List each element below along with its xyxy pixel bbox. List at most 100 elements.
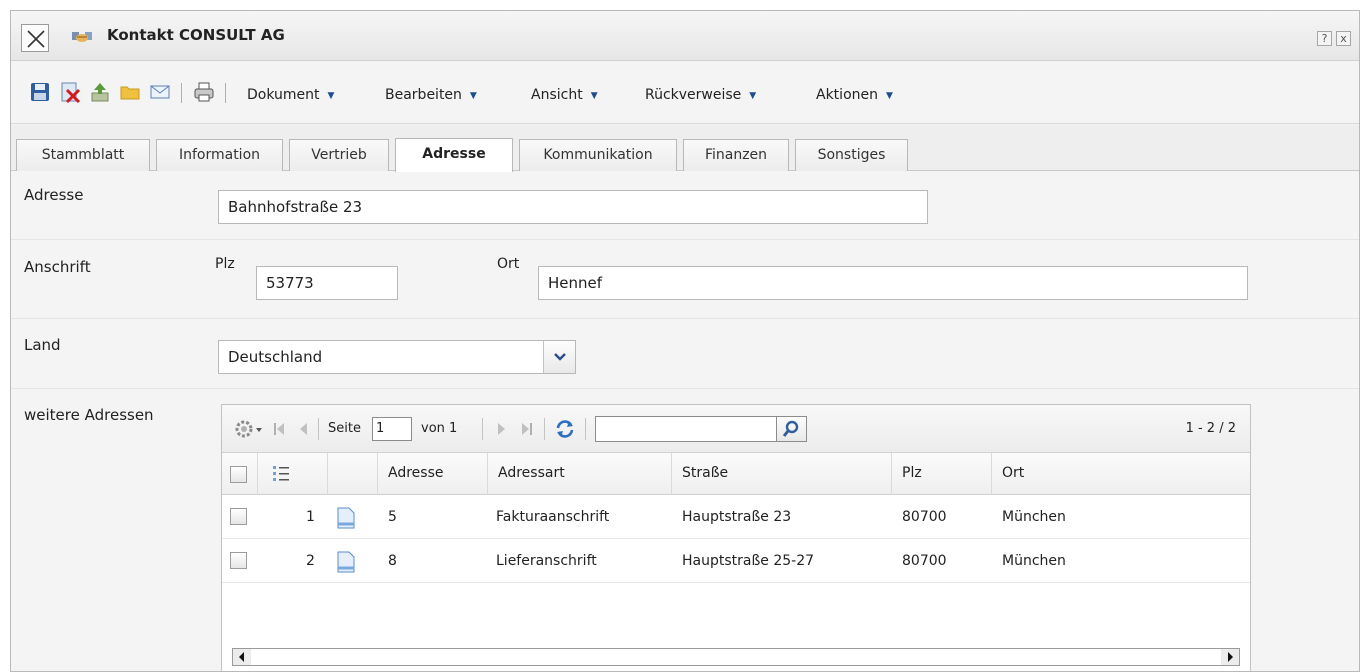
pager-separator: [482, 418, 483, 440]
folder-icon[interactable]: [119, 81, 141, 103]
last-page-icon[interactable]: [520, 421, 534, 437]
scroll-right-button[interactable]: [1221, 649, 1239, 665]
tab-stammblatt[interactable]: Stammblatt: [16, 139, 150, 171]
dropdown-button[interactable]: [543, 341, 575, 373]
toolbar-separator: [225, 83, 226, 103]
ort-input[interactable]: Hennef: [538, 266, 1248, 300]
chevron-down-icon: [554, 353, 566, 361]
column-header-plz[interactable]: Plz: [892, 453, 992, 495]
table-row[interactable]: 1 5 Fakturaanschrift Hauptstraße 23 8070…: [222, 496, 1250, 539]
chevron-down-icon: ▼: [886, 91, 893, 101]
table-row[interactable]: 2 8 Lieferanschrift Hauptstraße 25-27 80…: [222, 540, 1250, 583]
tab-finanzen[interactable]: Finanzen: [683, 139, 789, 171]
adresse-label: Adresse: [24, 186, 84, 204]
close-button[interactable]: x: [1336, 31, 1351, 46]
search-icon: [782, 420, 799, 437]
cell-adressart: Fakturaanschrift: [496, 509, 610, 525]
scroll-track[interactable]: [232, 648, 1240, 666]
grid-header: Adresse Adressart Straße Plz Ort: [222, 453, 1250, 495]
adresse-input[interactable]: Bahnhofstraße 23: [218, 190, 928, 224]
cell-plz: 80700: [902, 553, 947, 569]
menu-rueckverweise[interactable]: Rückverweise ▼: [645, 87, 756, 103]
gear-icon[interactable]: [234, 417, 264, 441]
row-number: 2: [306, 553, 315, 569]
scroll-left-button[interactable]: [233, 649, 251, 665]
grid-pager-toolbar: Seite 1 von 1 1 - 2 / 2: [222, 405, 1250, 453]
menu-aktionen[interactable]: Aktionen ▼: [816, 87, 893, 103]
row-checkbox[interactable]: [230, 508, 247, 525]
ort-label: Ort: [497, 256, 520, 272]
upload-icon[interactable]: [89, 81, 111, 103]
refresh-icon[interactable]: [554, 418, 576, 440]
menu-label: Aktionen: [816, 87, 878, 103]
close-icon[interactable]: [21, 24, 49, 52]
select-all-checkbox[interactable]: [230, 466, 247, 483]
tab-strip: Stammblatt Information Vertrieb Adresse …: [11, 125, 1359, 172]
grid-search-input[interactable]: [595, 416, 777, 442]
plz-label: Plz: [215, 256, 235, 272]
land-select[interactable]: Deutschland: [218, 340, 576, 374]
column-header-adressart[interactable]: Adressart: [488, 453, 672, 495]
chevron-down-icon: ▼: [590, 91, 598, 101]
column-header-adresse[interactable]: Adresse: [378, 453, 488, 495]
von-label: von 1: [421, 421, 458, 436]
row-checkbox[interactable]: [230, 552, 247, 569]
pager-separator: [585, 418, 586, 440]
delete-icon[interactable]: [59, 81, 81, 103]
plz-input[interactable]: 53773: [256, 266, 398, 300]
tab-vertrieb[interactable]: Vertrieb: [289, 139, 389, 171]
menu-label: Ansicht: [531, 87, 583, 103]
print-icon[interactable]: [193, 81, 215, 103]
arrow-right-icon: [1228, 652, 1233, 662]
tab-kommunikation[interactable]: Kommunikation: [519, 139, 677, 171]
save-icon[interactable]: [29, 81, 51, 103]
menu-bearbeiten[interactable]: Bearbeiten ▼: [385, 87, 477, 103]
land-value: Deutschland: [228, 348, 323, 366]
cell-adresse: 5: [388, 509, 397, 525]
cell-plz: 80700: [902, 509, 947, 525]
tab-sonstiges[interactable]: Sonstiges: [795, 139, 908, 171]
address-form: Adresse Bahnhofstraße 23 Anschrift Plz 5…: [11, 172, 1359, 671]
first-page-icon[interactable]: [272, 421, 286, 437]
search-button[interactable]: [777, 416, 807, 442]
menu-dokument[interactable]: Dokument ▼: [247, 87, 334, 103]
prev-page-icon[interactable]: [297, 421, 309, 437]
row-divider: [11, 388, 1359, 389]
pager-separator: [544, 418, 545, 440]
row-number-header: [258, 453, 328, 495]
help-button[interactable]: ?: [1317, 31, 1332, 46]
cell-adressart: Lieferanschrift: [496, 553, 597, 569]
anschrift-label: Anschrift: [24, 258, 91, 276]
next-page-icon[interactable]: [496, 421, 508, 437]
row-divider: [11, 239, 1359, 240]
toolbar: Dokument ▼ Bearbeiten ▼ Ansicht ▼ Rückverwe…: [11, 62, 1359, 124]
toolbar-separator: [181, 83, 182, 103]
menu-ansicht[interactable]: Ansicht ▼: [531, 87, 598, 103]
pager-summary: 1 - 2 / 2: [1185, 421, 1236, 436]
column-header-ort[interactable]: Ort: [992, 453, 1250, 495]
icon-column-header: [328, 453, 378, 495]
mail-icon[interactable]: [149, 81, 171, 103]
chevron-down-icon: ▼: [749, 91, 757, 101]
tab-adresse[interactable]: Adresse: [395, 138, 513, 172]
row-divider: [11, 318, 1359, 319]
cell-strasse: Hauptstraße 25-27: [682, 553, 815, 569]
cell-adresse: 8: [388, 553, 397, 569]
cell-ort: München: [1002, 553, 1066, 569]
land-label: Land: [24, 336, 61, 354]
tab-information[interactable]: Information: [156, 139, 283, 171]
chevron-down-icon: ▼: [327, 91, 335, 101]
numbered-list-icon: [273, 466, 289, 481]
pager-separator: [318, 418, 319, 440]
addresses-grid: Seite 1 von 1 1 - 2 / 2 Adresse Adressar…: [221, 404, 1251, 671]
page-input[interactable]: 1: [372, 417, 412, 441]
document-icon[interactable]: [335, 507, 357, 529]
row-number: 1: [306, 509, 315, 525]
horizontal-scrollbar[interactable]: [222, 642, 1250, 671]
column-header-strasse[interactable]: Straße: [672, 453, 892, 495]
menu-label: Bearbeiten: [385, 87, 462, 103]
weitere-adressen-label: weitere Adressen: [24, 406, 154, 424]
document-icon[interactable]: [335, 551, 357, 573]
cell-strasse: Hauptstraße 23: [682, 509, 792, 525]
select-all-cell: [222, 453, 258, 495]
